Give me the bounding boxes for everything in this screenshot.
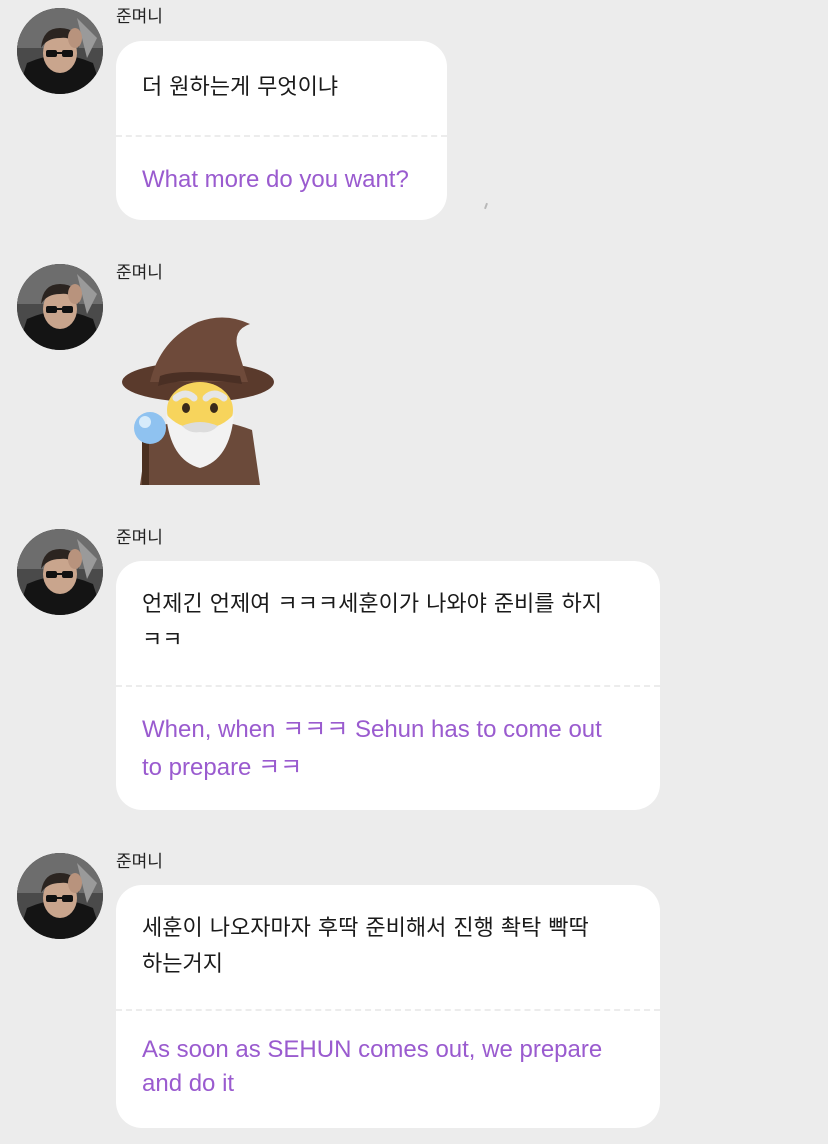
avatar[interactable] [17,853,103,939]
original-text-line: 하는거지 [142,952,223,977]
divider [116,135,447,137]
translated-text-line: As soon as SEHUN comes out, we prepare [142,1036,603,1063]
profile-photo [17,529,103,615]
translated-text-line: and do it [142,1070,235,1097]
profile-photo [17,853,103,939]
sender-name: 준며니 [116,263,163,283]
chat-screen: { "messages": [ { "sender": "준며니", "text… [0,0,828,1144]
mage-emoji-icon[interactable] [120,310,280,485]
message-bubble[interactable]: 언제긴 언제여 ㅋㅋㅋ세훈이가 나와야 준비를 하지 ㅋㅋ When, when… [116,561,660,810]
translated-text: What more do you want? [142,166,409,193]
sender-name: 준며니 [116,7,163,27]
profile-photo [17,8,103,94]
divider [116,685,660,687]
translated-text-line: to prepare ㅋㅋ [142,754,303,781]
speck [484,202,488,210]
original-text-line: 언제긴 언제여 ㅋㅋㅋ세훈이가 나와야 준비를 하지 [142,592,603,617]
translated-text-line: When, when ㅋㅋㅋ Sehun has to come out [142,716,602,743]
original-text: 세훈이 나오자마자 후딱 준비해서 진행 촥탁 빡딱 하는거지 [142,911,634,983]
translated-text: When, when ㅋㅋㅋ Sehun has to come out to … [142,711,640,787]
divider [116,1009,660,1011]
message-bubble[interactable]: 세훈이 나오자마자 후딱 준비해서 진행 촥탁 빡딱 하는거지 As soon … [116,885,660,1128]
original-text-line: 세훈이 나오자마자 후딱 준비해서 진행 촥탁 빡딱 [142,916,589,941]
message-bubble[interactable]: 더 원하는게 무엇이냐 What more do you want? [116,41,447,220]
original-text-line: ㅋㅋ [142,628,183,653]
original-text: 더 원하는게 무엇이냐 [142,75,339,100]
avatar[interactable] [17,529,103,615]
translated-text: As soon as SEHUN comes out, we prepare a… [142,1033,640,1101]
avatar[interactable] [17,264,103,350]
original-text: 언제긴 언제여 ㅋㅋㅋ세훈이가 나와야 준비를 하지 ㅋㅋ [142,587,634,659]
sender-name: 준며니 [116,852,163,872]
avatar[interactable] [17,8,103,94]
sender-name: 준며니 [116,528,163,548]
profile-photo [17,264,103,350]
